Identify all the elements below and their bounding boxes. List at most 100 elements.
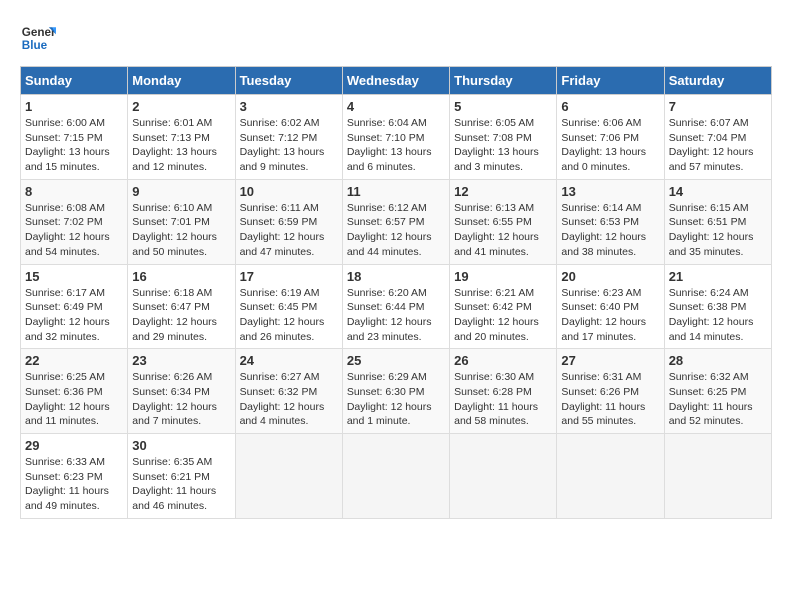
calendar-cell: 26 Sunrise: 6:30 AMSunset: 6:28 PMDaylig… bbox=[450, 349, 557, 434]
day-info: Sunrise: 6:19 AMSunset: 6:45 PMDaylight:… bbox=[240, 286, 338, 345]
col-header-monday: Monday bbox=[128, 67, 235, 95]
col-header-sunday: Sunday bbox=[21, 67, 128, 95]
day-number: 24 bbox=[240, 353, 338, 368]
calendar-cell: 13 Sunrise: 6:14 AMSunset: 6:53 PMDaylig… bbox=[557, 179, 664, 264]
calendar-cell: 22 Sunrise: 6:25 AMSunset: 6:36 PMDaylig… bbox=[21, 349, 128, 434]
calendar-cell: 8 Sunrise: 6:08 AMSunset: 7:02 PMDayligh… bbox=[21, 179, 128, 264]
calendar-cell: 19 Sunrise: 6:21 AMSunset: 6:42 PMDaylig… bbox=[450, 264, 557, 349]
day-info: Sunrise: 6:17 AMSunset: 6:49 PMDaylight:… bbox=[25, 286, 123, 345]
day-number: 7 bbox=[669, 99, 767, 114]
calendar-week-1: 1 Sunrise: 6:00 AMSunset: 7:15 PMDayligh… bbox=[21, 95, 772, 180]
day-number: 3 bbox=[240, 99, 338, 114]
day-number: 26 bbox=[454, 353, 552, 368]
day-info: Sunrise: 6:33 AMSunset: 6:23 PMDaylight:… bbox=[25, 455, 123, 514]
day-number: 5 bbox=[454, 99, 552, 114]
day-info: Sunrise: 6:02 AMSunset: 7:12 PMDaylight:… bbox=[240, 116, 338, 175]
calendar-cell bbox=[557, 434, 664, 519]
day-number: 18 bbox=[347, 269, 445, 284]
col-header-tuesday: Tuesday bbox=[235, 67, 342, 95]
calendar-table: SundayMondayTuesdayWednesdayThursdayFrid… bbox=[20, 66, 772, 519]
day-number: 19 bbox=[454, 269, 552, 284]
calendar-cell: 29 Sunrise: 6:33 AMSunset: 6:23 PMDaylig… bbox=[21, 434, 128, 519]
calendar-cell bbox=[450, 434, 557, 519]
col-header-saturday: Saturday bbox=[664, 67, 771, 95]
day-info: Sunrise: 6:04 AMSunset: 7:10 PMDaylight:… bbox=[347, 116, 445, 175]
calendar-cell: 25 Sunrise: 6:29 AMSunset: 6:30 PMDaylig… bbox=[342, 349, 449, 434]
day-info: Sunrise: 6:32 AMSunset: 6:25 PMDaylight:… bbox=[669, 370, 767, 429]
day-info: Sunrise: 6:05 AMSunset: 7:08 PMDaylight:… bbox=[454, 116, 552, 175]
day-info: Sunrise: 6:10 AMSunset: 7:01 PMDaylight:… bbox=[132, 201, 230, 260]
calendar-cell: 18 Sunrise: 6:20 AMSunset: 6:44 PMDaylig… bbox=[342, 264, 449, 349]
day-info: Sunrise: 6:30 AMSunset: 6:28 PMDaylight:… bbox=[454, 370, 552, 429]
day-info: Sunrise: 6:21 AMSunset: 6:42 PMDaylight:… bbox=[454, 286, 552, 345]
calendar-cell: 21 Sunrise: 6:24 AMSunset: 6:38 PMDaylig… bbox=[664, 264, 771, 349]
day-number: 11 bbox=[347, 184, 445, 199]
day-info: Sunrise: 6:12 AMSunset: 6:57 PMDaylight:… bbox=[347, 201, 445, 260]
day-info: Sunrise: 6:18 AMSunset: 6:47 PMDaylight:… bbox=[132, 286, 230, 345]
day-number: 13 bbox=[561, 184, 659, 199]
calendar-week-5: 29 Sunrise: 6:33 AMSunset: 6:23 PMDaylig… bbox=[21, 434, 772, 519]
day-number: 20 bbox=[561, 269, 659, 284]
day-number: 9 bbox=[132, 184, 230, 199]
day-info: Sunrise: 6:29 AMSunset: 6:30 PMDaylight:… bbox=[347, 370, 445, 429]
day-info: Sunrise: 6:25 AMSunset: 6:36 PMDaylight:… bbox=[25, 370, 123, 429]
calendar-cell: 3 Sunrise: 6:02 AMSunset: 7:12 PMDayligh… bbox=[235, 95, 342, 180]
calendar-cell: 2 Sunrise: 6:01 AMSunset: 7:13 PMDayligh… bbox=[128, 95, 235, 180]
col-header-wednesday: Wednesday bbox=[342, 67, 449, 95]
calendar-cell: 16 Sunrise: 6:18 AMSunset: 6:47 PMDaylig… bbox=[128, 264, 235, 349]
day-info: Sunrise: 6:15 AMSunset: 6:51 PMDaylight:… bbox=[669, 201, 767, 260]
day-info: Sunrise: 6:08 AMSunset: 7:02 PMDaylight:… bbox=[25, 201, 123, 260]
day-info: Sunrise: 6:31 AMSunset: 6:26 PMDaylight:… bbox=[561, 370, 659, 429]
day-number: 4 bbox=[347, 99, 445, 114]
day-info: Sunrise: 6:00 AMSunset: 7:15 PMDaylight:… bbox=[25, 116, 123, 175]
day-number: 15 bbox=[25, 269, 123, 284]
day-number: 17 bbox=[240, 269, 338, 284]
calendar-cell: 5 Sunrise: 6:05 AMSunset: 7:08 PMDayligh… bbox=[450, 95, 557, 180]
calendar-cell: 17 Sunrise: 6:19 AMSunset: 6:45 PMDaylig… bbox=[235, 264, 342, 349]
day-info: Sunrise: 6:27 AMSunset: 6:32 PMDaylight:… bbox=[240, 370, 338, 429]
day-number: 14 bbox=[669, 184, 767, 199]
col-header-friday: Friday bbox=[557, 67, 664, 95]
calendar-cell bbox=[342, 434, 449, 519]
day-info: Sunrise: 6:23 AMSunset: 6:40 PMDaylight:… bbox=[561, 286, 659, 345]
day-number: 16 bbox=[132, 269, 230, 284]
calendar-week-4: 22 Sunrise: 6:25 AMSunset: 6:36 PMDaylig… bbox=[21, 349, 772, 434]
logo: General Blue bbox=[20, 20, 60, 56]
calendar-cell: 6 Sunrise: 6:06 AMSunset: 7:06 PMDayligh… bbox=[557, 95, 664, 180]
calendar-cell: 28 Sunrise: 6:32 AMSunset: 6:25 PMDaylig… bbox=[664, 349, 771, 434]
calendar-cell: 4 Sunrise: 6:04 AMSunset: 7:10 PMDayligh… bbox=[342, 95, 449, 180]
calendar-cell: 11 Sunrise: 6:12 AMSunset: 6:57 PMDaylig… bbox=[342, 179, 449, 264]
day-info: Sunrise: 6:07 AMSunset: 7:04 PMDaylight:… bbox=[669, 116, 767, 175]
calendar-cell: 10 Sunrise: 6:11 AMSunset: 6:59 PMDaylig… bbox=[235, 179, 342, 264]
calendar-cell: 9 Sunrise: 6:10 AMSunset: 7:01 PMDayligh… bbox=[128, 179, 235, 264]
day-number: 8 bbox=[25, 184, 123, 199]
calendar-cell: 27 Sunrise: 6:31 AMSunset: 6:26 PMDaylig… bbox=[557, 349, 664, 434]
day-number: 22 bbox=[25, 353, 123, 368]
day-number: 27 bbox=[561, 353, 659, 368]
day-info: Sunrise: 6:11 AMSunset: 6:59 PMDaylight:… bbox=[240, 201, 338, 260]
day-number: 28 bbox=[669, 353, 767, 368]
day-number: 29 bbox=[25, 438, 123, 453]
svg-text:Blue: Blue bbox=[22, 39, 48, 52]
day-info: Sunrise: 6:06 AMSunset: 7:06 PMDaylight:… bbox=[561, 116, 659, 175]
calendar-cell: 20 Sunrise: 6:23 AMSunset: 6:40 PMDaylig… bbox=[557, 264, 664, 349]
day-number: 30 bbox=[132, 438, 230, 453]
calendar-cell bbox=[235, 434, 342, 519]
calendar-cell: 1 Sunrise: 6:00 AMSunset: 7:15 PMDayligh… bbox=[21, 95, 128, 180]
calendar-week-2: 8 Sunrise: 6:08 AMSunset: 7:02 PMDayligh… bbox=[21, 179, 772, 264]
day-info: Sunrise: 6:01 AMSunset: 7:13 PMDaylight:… bbox=[132, 116, 230, 175]
calendar-cell: 15 Sunrise: 6:17 AMSunset: 6:49 PMDaylig… bbox=[21, 264, 128, 349]
day-number: 1 bbox=[25, 99, 123, 114]
day-number: 12 bbox=[454, 184, 552, 199]
calendar-cell: 12 Sunrise: 6:13 AMSunset: 6:55 PMDaylig… bbox=[450, 179, 557, 264]
calendar-cell: 30 Sunrise: 6:35 AMSunset: 6:21 PMDaylig… bbox=[128, 434, 235, 519]
day-number: 2 bbox=[132, 99, 230, 114]
day-info: Sunrise: 6:26 AMSunset: 6:34 PMDaylight:… bbox=[132, 370, 230, 429]
day-info: Sunrise: 6:20 AMSunset: 6:44 PMDaylight:… bbox=[347, 286, 445, 345]
calendar-cell: 23 Sunrise: 6:26 AMSunset: 6:34 PMDaylig… bbox=[128, 349, 235, 434]
calendar-cell: 24 Sunrise: 6:27 AMSunset: 6:32 PMDaylig… bbox=[235, 349, 342, 434]
col-header-thursday: Thursday bbox=[450, 67, 557, 95]
day-number: 6 bbox=[561, 99, 659, 114]
day-info: Sunrise: 6:24 AMSunset: 6:38 PMDaylight:… bbox=[669, 286, 767, 345]
logo-icon: General Blue bbox=[20, 20, 56, 56]
